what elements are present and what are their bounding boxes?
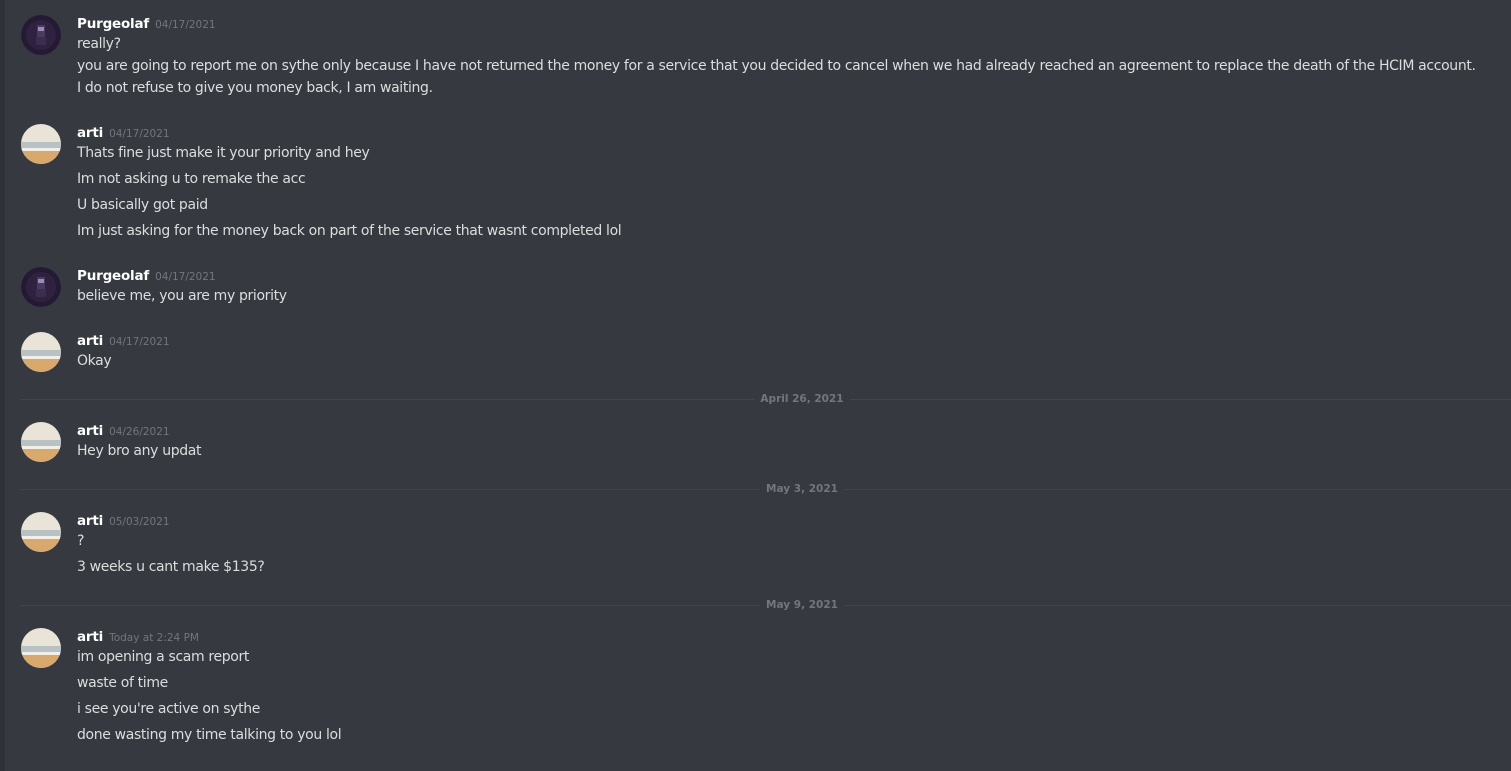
username[interactable]: Purgeolaf: [77, 16, 149, 32]
message-line: ?: [77, 533, 85, 549]
message-header: Purgeolaf 04/17/2021: [77, 265, 216, 285]
beach-sunset-avatar-icon[interactable]: [21, 512, 61, 552]
username[interactable]: arti: [77, 125, 103, 141]
date-divider-label: April 26, 2021: [754, 393, 850, 405]
message-line: you are going to report me on sythe only…: [77, 58, 1476, 74]
timestamp: 04/26/2021: [109, 426, 170, 438]
timestamp: 04/17/2021: [155, 271, 216, 283]
date-divider-label: May 3, 2021: [760, 483, 844, 495]
chat-message-list[interactable]: Purgeolaf 04/17/2021 really? you are goin…: [0, 0, 1511, 771]
message-line: U basically got paid: [77, 197, 208, 213]
message-line: really?: [77, 36, 121, 52]
username[interactable]: arti: [77, 333, 103, 349]
beach-sunset-avatar-icon[interactable]: [21, 422, 61, 462]
message-line: Im not asking u to remake the acc: [77, 171, 306, 187]
message-line: Im just asking for the money back on par…: [77, 223, 622, 239]
dark-purple-character-avatar-icon[interactable]: [21, 15, 61, 55]
timestamp: 04/17/2021: [109, 336, 170, 348]
date-divider-label: May 9, 2021: [760, 599, 844, 611]
timestamp: 04/17/2021: [155, 19, 216, 31]
beach-sunset-avatar-icon[interactable]: [21, 124, 61, 164]
message-header: Purgeolaf 04/17/2021: [77, 13, 216, 33]
username[interactable]: arti: [77, 629, 103, 645]
message-header: arti 04/17/2021: [77, 330, 170, 350]
timestamp: 05/03/2021: [109, 516, 170, 528]
username[interactable]: arti: [77, 423, 103, 439]
beach-sunset-avatar-icon[interactable]: [21, 628, 61, 668]
message-line: I do not refuse to give you money back, …: [77, 80, 433, 96]
message-header: arti 04/26/2021: [77, 420, 170, 440]
message-line: im opening a scam report: [77, 649, 250, 665]
message-line: done wasting my time talking to you lol: [77, 727, 342, 743]
message-line: Okay: [77, 353, 112, 369]
message-line: believe me, you are my priority: [77, 288, 287, 304]
sidebar-edge: [0, 0, 5, 771]
dark-purple-character-avatar-icon[interactable]: [21, 267, 61, 307]
username[interactable]: Purgeolaf: [77, 268, 149, 284]
timestamp: Today at 2:24 PM: [109, 632, 199, 644]
message-line: Thats fine just make it your priority an…: [77, 145, 370, 161]
message-header: arti 05/03/2021: [77, 510, 170, 530]
username[interactable]: arti: [77, 513, 103, 529]
message-line: i see you're active on sythe: [77, 701, 261, 717]
message-line: waste of time: [77, 675, 168, 691]
message-line: Hey bro any updat: [77, 443, 202, 459]
message-header: arti Today at 2:24 PM: [77, 626, 199, 646]
message-header: arti 04/17/2021: [77, 122, 170, 142]
beach-sunset-avatar-icon[interactable]: [21, 332, 61, 372]
message-line: 3 weeks u cant make $135?: [77, 559, 265, 575]
timestamp: 04/17/2021: [109, 128, 170, 140]
